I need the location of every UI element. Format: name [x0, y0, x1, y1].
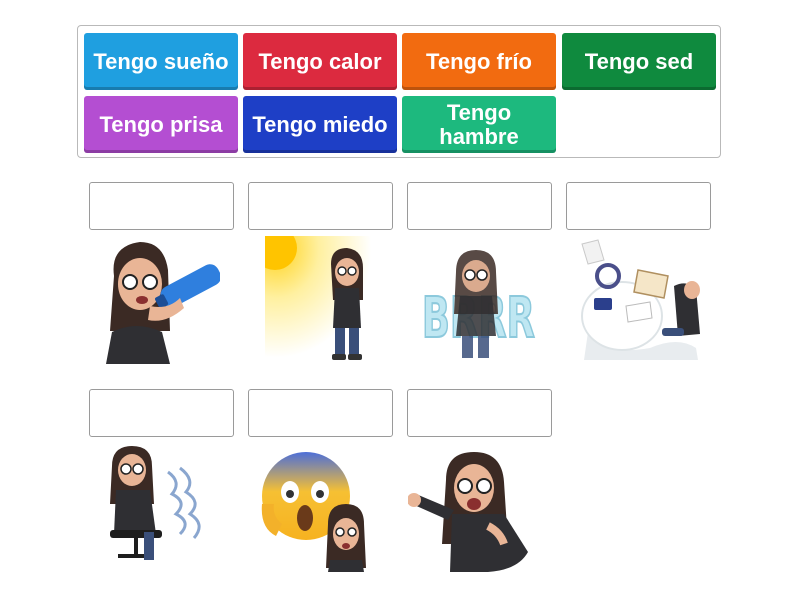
drinking-water-avatar-icon [100, 236, 220, 364]
tile-tengo-sueno[interactable]: Tengo sueño [84, 33, 238, 90]
tile-tengo-sed[interactable]: Tengo sed [562, 33, 716, 90]
tile-tengo-frio[interactable]: Tengo frío [402, 33, 556, 90]
yawning-avatar-icon [408, 446, 544, 574]
drop-zone-7[interactable] [407, 389, 552, 437]
cold-shivering-avatar-icon: BRRR [420, 236, 540, 364]
tile-tengo-prisa[interactable]: Tengo prisa [84, 96, 238, 153]
screaming-emoji-avatar-icon [258, 446, 380, 574]
drop-zone-4[interactable] [566, 182, 711, 230]
tile-tengo-miedo[interactable]: Tengo miedo [243, 96, 397, 153]
scared-shaking-avatar-icon [100, 442, 212, 570]
hurrying-avatar-icon [578, 236, 702, 364]
tile-tengo-hambre[interactable]: Tengo hambre [402, 96, 556, 153]
drop-zone-2[interactable] [248, 182, 393, 230]
tile-tengo-calor[interactable]: Tengo calor [243, 33, 397, 90]
drop-zone-6[interactable] [248, 389, 393, 437]
drop-zone-3[interactable] [407, 182, 552, 230]
drop-zone-5[interactable] [89, 389, 234, 437]
drop-zone-1[interactable] [89, 182, 234, 230]
hot-sun-avatar-icon [265, 236, 377, 364]
